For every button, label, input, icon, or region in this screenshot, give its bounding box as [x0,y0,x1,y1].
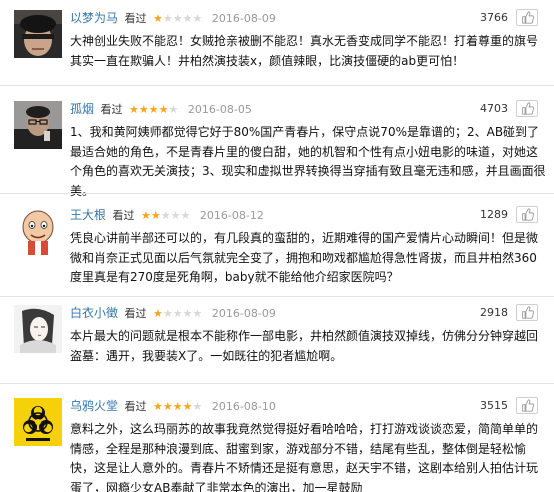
vote-count: 3515 [480,399,508,412]
watch-status: 看过 [124,12,147,25]
avatar-photo-man-glasses [14,101,62,149]
divider [0,296,554,297]
review-text: 凭良心讲前半部还可以的，有几段真的蛮甜的，近期难得的国产爱情片心动瞬间！但是微微… [70,231,539,284]
star-empty-icon: ★ [172,307,183,320]
divider [0,85,554,86]
rating-stars: ★★★★★ [141,208,190,224]
watch-status: 看过 [100,103,123,116]
review-text: 1、我和黄阿姨师都觉得它好于80%国产青春片，保守点说70%是靠谱的；2、AB碰… [70,125,546,198]
vote-count: 1289 [480,208,508,221]
avatar-illustration-ink-portrait [14,305,62,353]
username-link[interactable]: 乌鸦火堂 [70,399,118,413]
username-link[interactable]: 孤烟 [70,102,94,116]
star-empty-icon: ★ [182,12,193,25]
avatar-biohazard-symbol [14,398,62,446]
watch-status: 看过 [124,307,147,320]
review-date: 2016-08-10 [211,400,276,413]
vote-count: 2918 [480,306,508,319]
review-meta: 王大根 看过 ★★★★★ 2016-08-12 [70,207,264,223]
star-filled-icon: ★ [153,400,163,413]
review-text: 大神创业失败不能忍！女贼抢亲被删不能忍！真水无香变成同学不能忍！打着尊重的旗号其… [70,34,539,68]
review-meta: 孤烟 看过 ★★★★★ 2016-08-05 [70,101,252,117]
review-date: 2016-08-05 [187,103,252,116]
vote-count: 4703 [480,102,508,115]
star-empty-icon: ★ [162,307,173,320]
review-text: 意料之外，这么玛丽苏的故事我竟然觉得挺好看哈哈哈，打打游戏谈谈恋爱，简简单单的情… [70,422,539,492]
thumbs-up-icon [521,11,534,24]
star-empty-icon: ★ [172,12,183,25]
watch-status: 看过 [112,209,135,222]
username-link[interactable]: 白衣小徵 [70,306,118,320]
avatar-cartoon-bald-man [14,207,62,255]
star-empty-icon: ★ [168,103,179,116]
star-filled-icon: ★ [182,400,193,413]
review-meta: 以梦为马 看过 ★★★★★ 2016-08-09 [70,10,276,26]
star-empty-icon: ★ [180,209,191,222]
star-empty-icon: ★ [192,12,203,25]
star-filled-icon: ★ [158,103,169,116]
star-filled-icon: ★ [162,400,173,413]
star-empty-icon: ★ [192,307,203,320]
star-empty-icon: ★ [182,307,193,320]
avatar[interactable] [14,10,62,58]
thumbs-up-icon [521,399,534,412]
star-filled-icon: ★ [172,400,183,413]
avatar[interactable] [14,207,62,255]
rating-stars: ★★★★★ [153,306,202,322]
star-filled-icon: ★ [138,103,149,116]
vote-button[interactable] [516,100,538,117]
vote-button[interactable] [516,397,538,414]
star-empty-icon: ★ [192,400,203,413]
rating-stars: ★★★★★ [153,11,202,27]
review-date: 2016-08-12 [199,209,264,222]
username-link[interactable]: 以梦为马 [70,11,118,25]
avatar[interactable] [14,101,62,149]
review-date: 2016-08-09 [211,307,276,320]
review-meta: 白衣小徵 看过 ★★★★★ 2016-08-09 [70,305,276,321]
vote-button[interactable] [516,9,538,26]
vote-count: 3766 [480,11,508,24]
star-filled-icon: ★ [141,209,151,222]
review-list: 以梦为马 看过 ★★★★★ 2016-08-09 3766 大神创业失败不能忍！… [0,0,554,492]
vote-button[interactable] [516,206,538,223]
vote-button[interactable] [516,304,538,321]
rating-stars: ★★★★★ [129,102,178,118]
star-filled-icon: ★ [129,103,139,116]
review-text: 本片最大的问题就是根本不能称作一部电影，井柏然颜值演技双掉线，仿佛分分钟穿越回盗… [70,329,539,363]
avatar[interactable] [14,398,62,446]
thumbs-up-icon [521,306,534,319]
rating-stars: ★★★★★ [153,399,202,415]
thumbs-up-icon [521,102,534,115]
star-empty-icon: ★ [170,209,181,222]
review-meta: 乌鸦火堂 看过 ★★★★★ 2016-08-10 [70,398,276,414]
divider [0,193,554,194]
star-empty-icon: ★ [162,12,173,25]
divider [0,383,554,384]
star-filled-icon: ★ [150,209,161,222]
username-link[interactable]: 王大根 [70,208,106,222]
star-filled-icon: ★ [148,103,159,116]
thumbs-up-icon [521,208,534,221]
watch-status: 看过 [124,400,147,413]
avatar[interactable] [14,305,62,353]
star-empty-icon: ★ [160,209,171,222]
star-filled-icon: ★ [153,12,163,25]
star-filled-icon: ★ [153,307,163,320]
avatar-photo-dark-face [14,10,62,58]
review-date: 2016-08-09 [211,12,276,25]
